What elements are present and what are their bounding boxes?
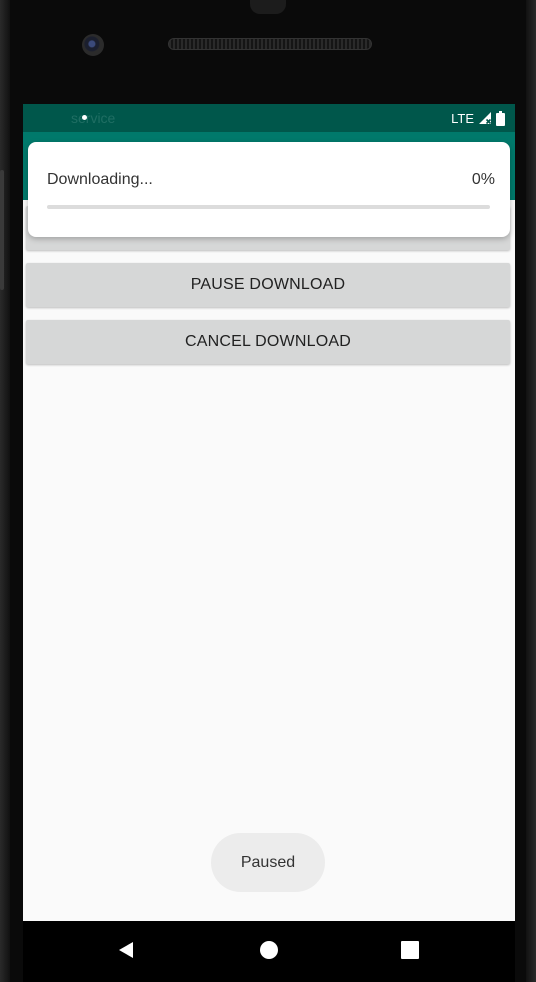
download-progress-bar (47, 205, 490, 209)
phone-frame-right (526, 0, 536, 982)
earpiece-speaker (168, 38, 372, 50)
navigation-bar (23, 921, 515, 982)
recents-square-icon[interactable] (401, 941, 419, 959)
notification-dot-icon (82, 115, 87, 120)
back-triangle-icon[interactable] (116, 940, 136, 960)
signal-no-data-icon (479, 112, 492, 125)
home-circle-icon[interactable] (259, 940, 279, 960)
notification-percent: 0% (471, 171, 495, 188)
volume-button (0, 170, 4, 290)
screen: service LTE PAUSE DOWNLOAD CANCEL DOWNLO… (23, 104, 515, 921)
status-bar: service LTE (23, 104, 515, 132)
phone-device: service LTE PAUSE DOWNLOAD CANCEL DOWNLO… (0, 0, 536, 982)
battery-full-icon (496, 110, 505, 126)
top-notch (250, 0, 286, 14)
pause-download-button[interactable]: PAUSE DOWNLOAD (26, 263, 510, 307)
paused-toast: Paused (211, 833, 325, 892)
notification-title: Downloading... (47, 171, 153, 188)
app-title: service (71, 110, 116, 126)
status-indicators: LTE (451, 109, 505, 127)
phone-frame-left (0, 0, 10, 982)
network-type-label: LTE (451, 110, 474, 126)
front-camera-icon (82, 34, 104, 56)
download-notification[interactable]: Downloading... 0% (28, 142, 510, 237)
cancel-download-button[interactable]: CANCEL DOWNLOAD (26, 320, 510, 364)
